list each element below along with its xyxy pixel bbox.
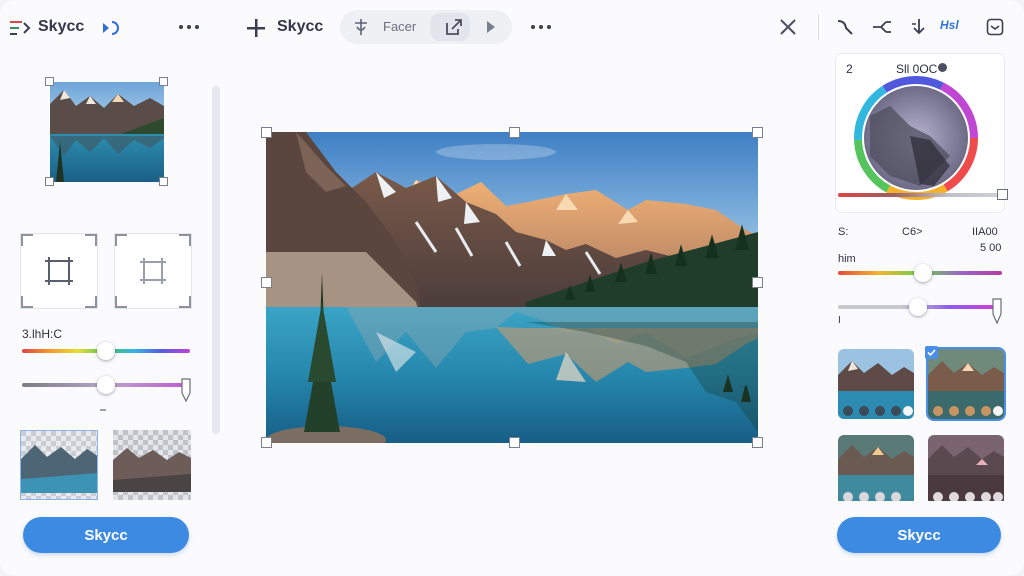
slider-knob[interactable] — [97, 376, 115, 394]
frame-corner — [21, 296, 33, 308]
preset-thumbnail[interactable] — [928, 435, 1004, 505]
stat-s-label: S: — [838, 226, 849, 238]
layer-thumbnail[interactable] — [45, 77, 168, 186]
resize-handle[interactable] — [45, 177, 54, 186]
curve-icon[interactable] — [834, 16, 856, 38]
divider-mark — [100, 409, 106, 411]
color-range-handle[interactable] — [997, 189, 1008, 200]
resize-handle[interactable] — [261, 277, 272, 288]
selected-check-icon — [925, 346, 938, 359]
slider-end-pin[interactable] — [992, 298, 1002, 325]
slider-knob[interactable] — [909, 298, 927, 316]
frame-corner — [115, 234, 127, 246]
preset-thumbnail-selected[interactable] — [928, 349, 1004, 419]
resize-handle[interactable] — [752, 437, 763, 448]
hue-slider-right[interactable] — [838, 264, 1002, 282]
tint-slider[interactable] — [838, 298, 998, 316]
frame-corner — [115, 296, 127, 308]
frame-corner — [179, 296, 191, 308]
color-wheel[interactable] — [850, 76, 982, 200]
resize-handle[interactable] — [509, 437, 520, 448]
hsl-icon[interactable]: Hsl — [940, 18, 959, 32]
slider-end-pin[interactable] — [181, 378, 191, 403]
landscape-photo — [266, 132, 758, 443]
resize-handle[interactable] — [509, 127, 520, 138]
split-icon[interactable] — [870, 16, 894, 38]
preset-thumbnail[interactable] — [113, 430, 191, 500]
resize-handle[interactable] — [752, 277, 763, 288]
menu-list-icon[interactable] — [8, 16, 32, 40]
main-canvas[interactable] — [261, 127, 763, 448]
share-icon[interactable] — [442, 15, 466, 39]
preset-thumbnail[interactable] — [838, 435, 914, 505]
preset-thumbnail[interactable] — [838, 349, 914, 419]
slider-knob[interactable] — [914, 264, 933, 282]
frame-corner — [179, 234, 191, 246]
crop-frame-button[interactable] — [20, 233, 98, 309]
layer-thumbnail-image — [50, 82, 164, 182]
apply-button-left[interactable]: Skycc — [23, 517, 189, 553]
resize-handle[interactable] — [45, 77, 54, 86]
color-header-right: Sll 0OC — [896, 62, 938, 76]
redo-icon[interactable] — [98, 16, 122, 40]
stat-mid-label: C6> — [902, 226, 923, 238]
close-icon[interactable] — [777, 16, 799, 38]
panel-toggle-icon[interactable] — [984, 16, 1006, 38]
hue-slider[interactable] — [22, 342, 190, 360]
color-dot-icon — [938, 63, 947, 72]
photo-editor-window: Skycc Skycc Facer Hsl 3.lhH:C Skycc 2 Sl… — [0, 0, 1024, 576]
color-range-track — [838, 193, 1004, 197]
more-options-icon[interactable] — [176, 15, 202, 39]
resize-handle[interactable] — [159, 177, 168, 186]
down-arrow-icon[interactable] — [908, 16, 930, 38]
resize-handle[interactable] — [159, 77, 168, 86]
filter-label[interactable]: Facer — [383, 19, 416, 34]
frame-corner — [21, 234, 33, 246]
frame-corner — [85, 234, 97, 246]
add-icon[interactable] — [243, 15, 269, 41]
top-toolbar: Skycc Skycc Facer Hsl — [0, 0, 1024, 54]
resize-handle[interactable] — [261, 127, 272, 138]
stat-right-value: 5 00 — [980, 242, 1002, 254]
resize-handle[interactable] — [261, 437, 272, 448]
fit-frame-button[interactable] — [114, 233, 192, 309]
slider-knob[interactable] — [97, 342, 115, 360]
apply-button-right[interactable]: Skycc — [837, 517, 1001, 553]
stat-right-label: IIA00 — [972, 226, 998, 238]
crop-icon — [45, 257, 73, 285]
app-title: Skycc — [38, 18, 85, 35]
fit-icon — [140, 258, 166, 284]
tick-label: I — [838, 315, 841, 326]
toolbar-divider — [818, 14, 819, 40]
play-icon[interactable] — [482, 18, 500, 36]
frame-corner — [85, 296, 97, 308]
left-panel-scrollbar[interactable] — [212, 86, 220, 434]
adjust-label: 3.lhH:C — [22, 327, 63, 341]
color-header-left: 2 — [846, 62, 853, 76]
add-layer-label[interactable]: Skycc — [277, 16, 323, 38]
preset-thumbnail-selected[interactable] — [20, 430, 98, 500]
resize-handle[interactable] — [752, 127, 763, 138]
more-options-icon[interactable] — [528, 15, 554, 39]
saturation-slider[interactable] — [22, 376, 190, 394]
eyedropper-icon[interactable] — [350, 16, 372, 38]
hue-label: him — [838, 253, 856, 265]
